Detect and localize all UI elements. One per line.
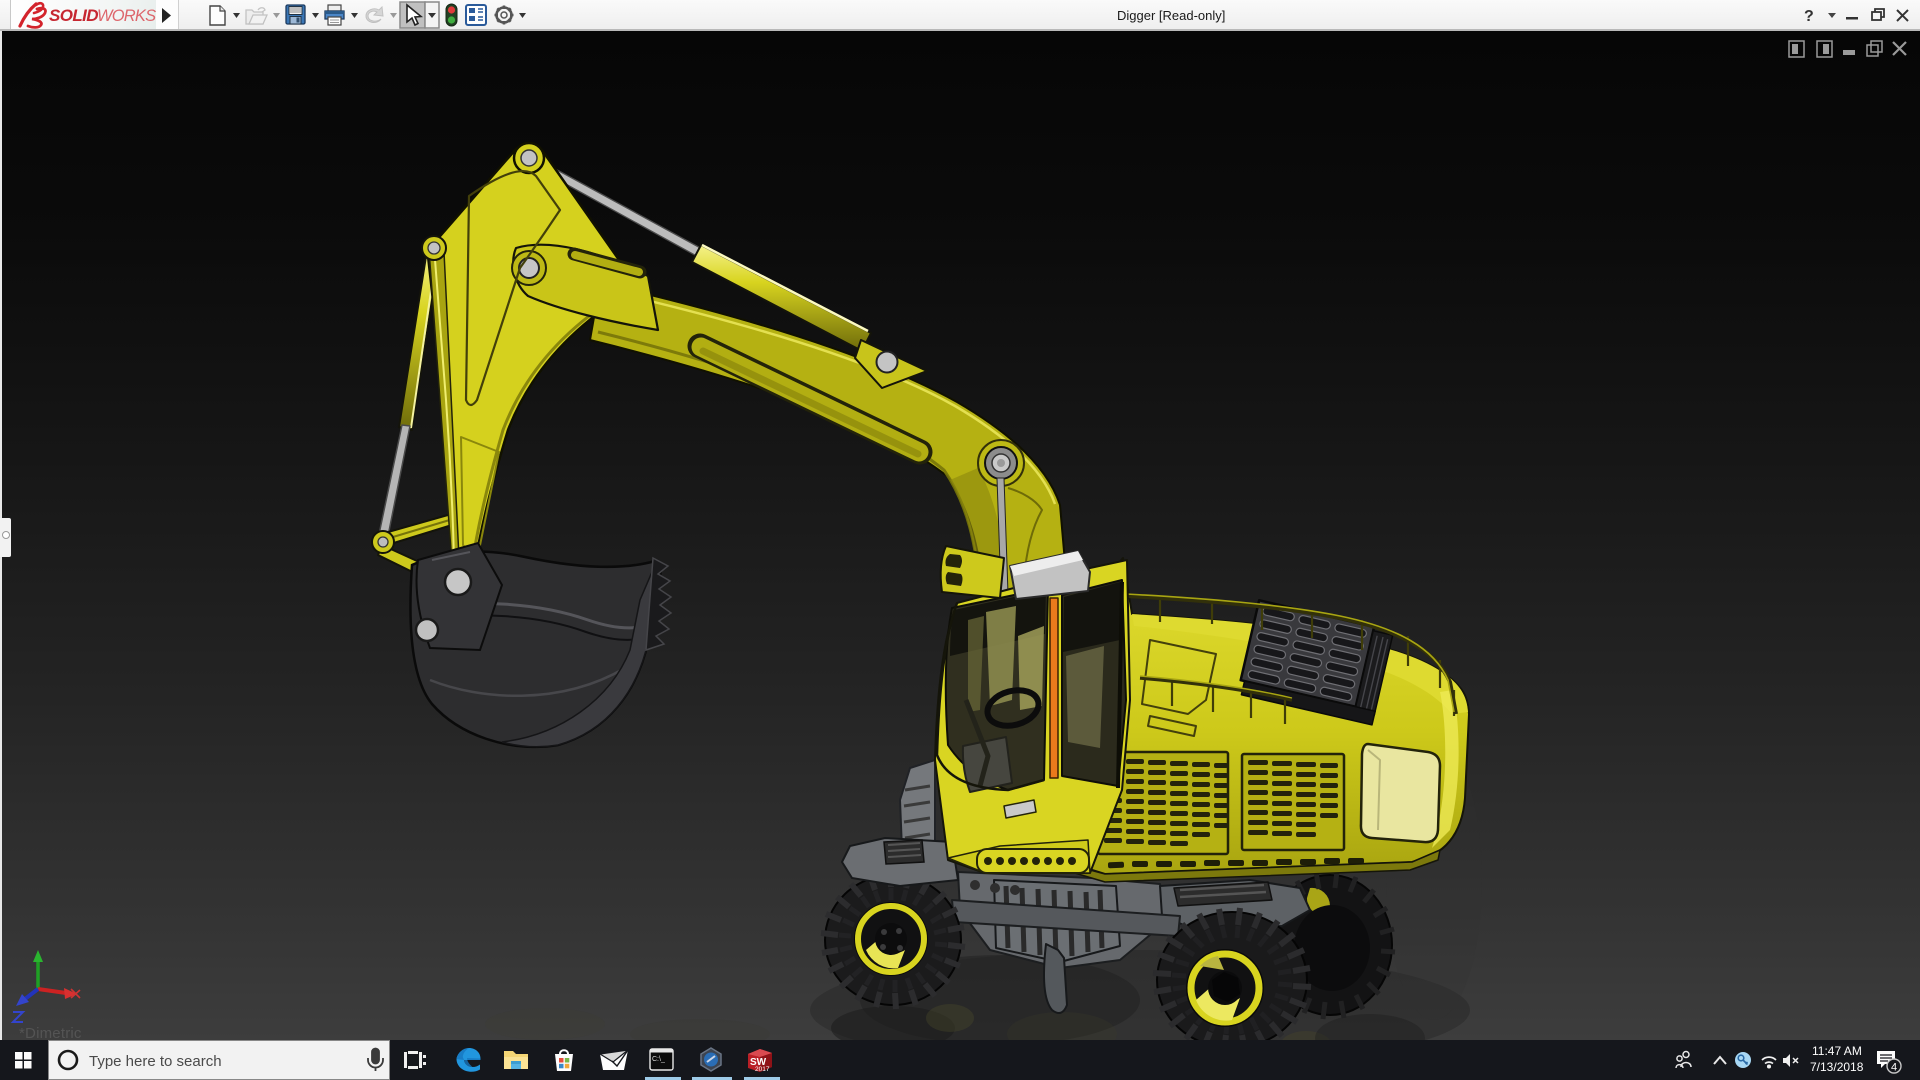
svg-text:?: ? (1804, 8, 1814, 25)
svg-text:WORKS: WORKS (97, 7, 156, 25)
svg-text:Type here to search: Type here to search (89, 1053, 222, 1070)
svg-text:11:47 AM: 11:47 AM (1812, 1044, 1862, 1058)
svg-text:C:\_: C:\_ (652, 1056, 665, 1063)
svg-text:7/13/2018: 7/13/2018 (1810, 1060, 1864, 1074)
svg-text:4: 4 (1891, 1062, 1897, 1074)
svg-text:2017: 2017 (755, 1066, 770, 1073)
svg-text:SOLID: SOLID (49, 6, 98, 25)
